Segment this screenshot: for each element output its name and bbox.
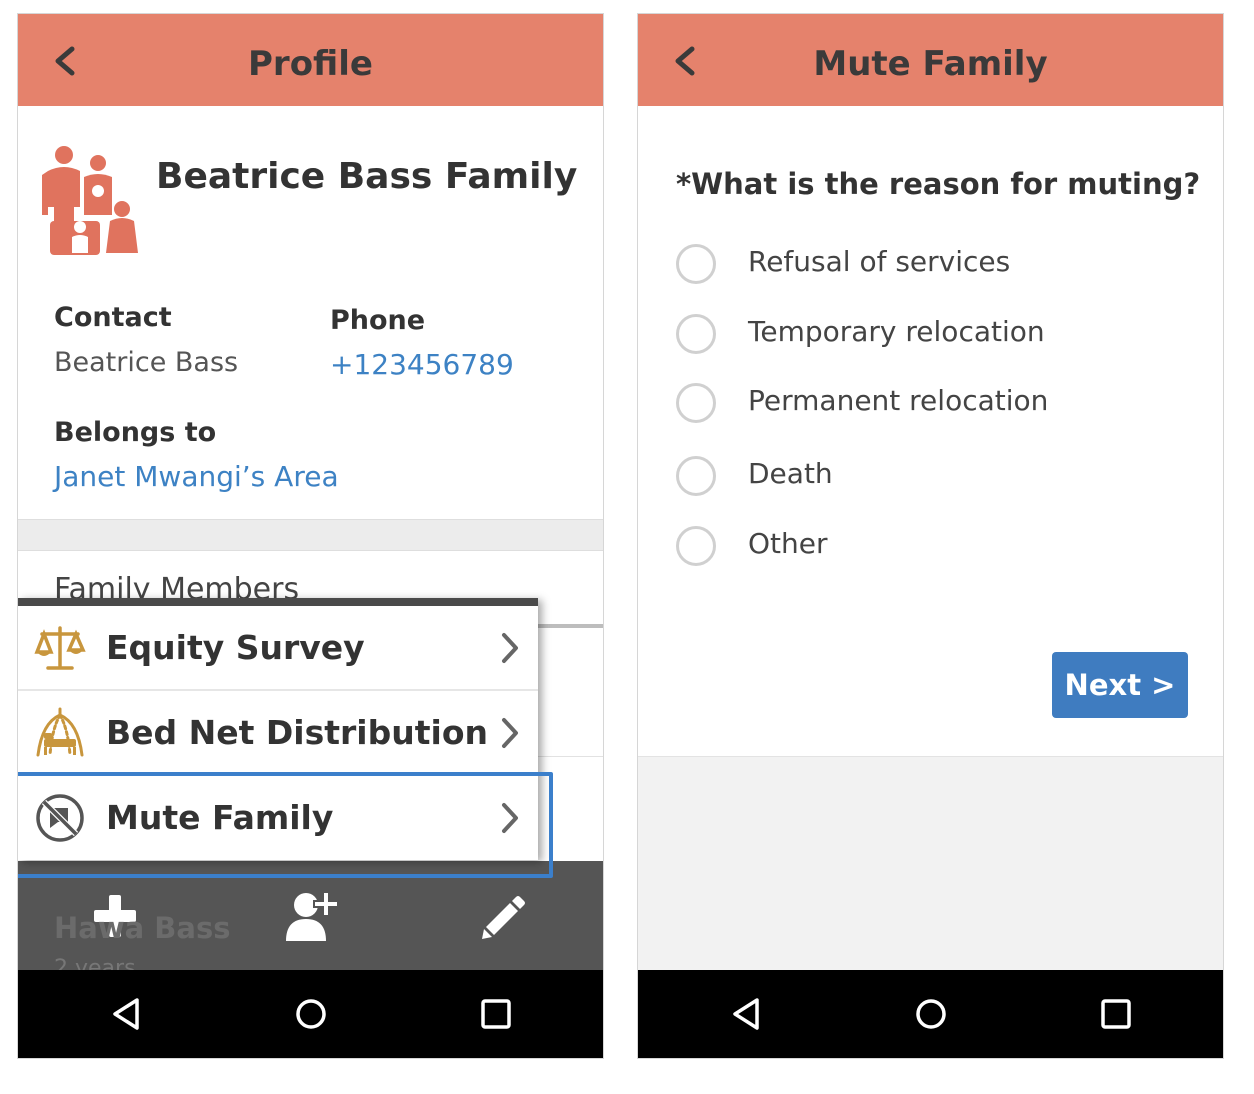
phone-link[interactable]: +123456789	[330, 348, 514, 381]
option-label: Other	[748, 527, 828, 560]
menu-item-label: Bed Net Distribution	[106, 713, 488, 752]
home-circle-icon[interactable]	[293, 996, 329, 1032]
option-refusal[interactable]: Refusal of services	[676, 240, 1156, 288]
profile-screen: Profile Beatrice Bass Family Contact Bea…	[17, 13, 604, 1059]
phone-label: Phone	[330, 305, 426, 336]
chevron-right-icon	[502, 633, 518, 663]
back-triangle-icon[interactable]	[109, 996, 145, 1032]
contact-label: Contact	[54, 302, 172, 333]
back-triangle-icon[interactable]	[729, 996, 765, 1032]
chevron-right-icon	[502, 718, 518, 748]
recents-square-icon[interactable]	[1098, 996, 1134, 1032]
radio-button[interactable]	[676, 244, 716, 284]
home-circle-icon[interactable]	[913, 996, 949, 1032]
profile-header: Profile	[18, 14, 603, 106]
menu-item-label: Equity Survey	[106, 628, 365, 667]
area-link[interactable]: Janet Mwangi’s Area	[54, 460, 339, 493]
radio-button[interactable]	[676, 526, 716, 566]
list-divider	[538, 756, 603, 757]
empty-area	[638, 756, 1223, 973]
option-permanent-relocation[interactable]: Permanent relocation	[676, 379, 1156, 427]
page-title: Profile	[248, 44, 373, 84]
page-title: Mute Family	[813, 44, 1048, 84]
option-label: Refusal of services	[748, 245, 1011, 278]
question-label: *What is the reason for muting?	[676, 167, 1201, 201]
menu-item-equity-survey[interactable]: Equity Survey	[18, 606, 538, 689]
section-divider	[18, 519, 603, 551]
android-navbar	[638, 970, 1223, 1058]
belongs-to-label: Belongs to	[54, 417, 217, 448]
menu-item-bed-net[interactable]: Bed Net Distribution	[18, 691, 538, 774]
bed-net-icon	[36, 707, 84, 757]
option-label: Death	[748, 457, 833, 490]
option-label: Permanent relocation	[748, 384, 1049, 417]
radio-button[interactable]	[676, 314, 716, 354]
scales-icon	[34, 626, 86, 670]
recents-square-icon[interactable]	[478, 996, 514, 1032]
contact-value: Beatrice Bass	[54, 347, 239, 378]
member-name: Hawa Bass	[54, 911, 231, 945]
android-navbar	[18, 970, 603, 1058]
next-button[interactable]: Next >	[1052, 652, 1188, 718]
option-temporary-relocation[interactable]: Temporary relocation	[676, 310, 1156, 358]
highlight-box	[18, 772, 553, 878]
add-person-icon[interactable]	[284, 887, 340, 943]
pencil-icon[interactable]	[480, 895, 526, 941]
family-name: Beatrice Bass Family	[156, 156, 578, 197]
radio-button[interactable]	[676, 383, 716, 423]
radio-button[interactable]	[676, 456, 716, 496]
option-label: Temporary relocation	[748, 315, 1045, 348]
mute-family-header: Mute Family	[638, 14, 1223, 106]
section-underline	[538, 624, 603, 628]
family-icon	[42, 146, 138, 255]
option-death[interactable]: Death	[676, 452, 1156, 500]
option-other[interactable]: Other	[676, 522, 1156, 570]
mute-family-screen: Mute Family *What is the reason for muti…	[637, 13, 1224, 1059]
